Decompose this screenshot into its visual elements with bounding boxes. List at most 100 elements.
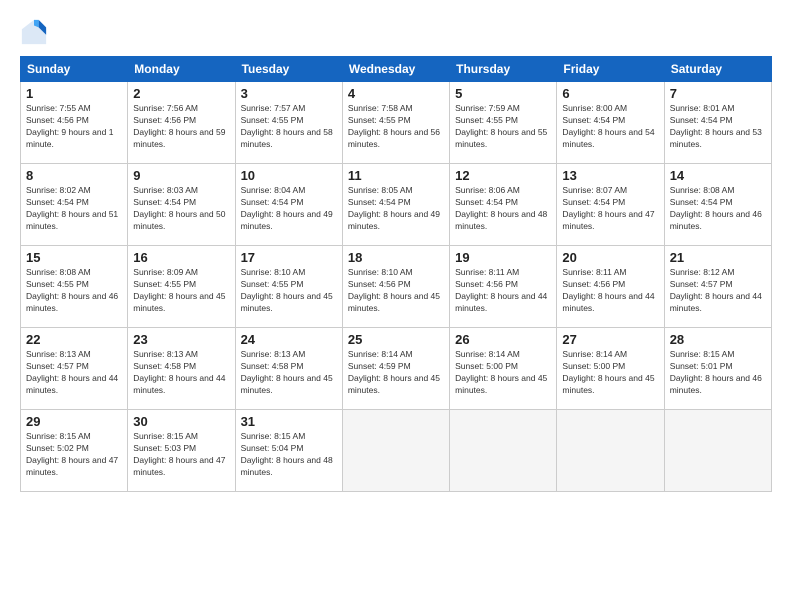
calendar-day-cell: 7 Sunrise: 8:01 AMSunset: 4:54 PMDayligh… xyxy=(664,82,771,164)
weekday-header-thursday: Thursday xyxy=(450,57,557,82)
day-info: Sunrise: 8:05 AMSunset: 4:54 PMDaylight:… xyxy=(348,185,444,233)
day-number: 9 xyxy=(133,168,229,183)
day-info: Sunrise: 8:08 AMSunset: 4:54 PMDaylight:… xyxy=(670,185,766,233)
day-number: 14 xyxy=(670,168,766,183)
calendar-day-cell: 8 Sunrise: 8:02 AMSunset: 4:54 PMDayligh… xyxy=(21,164,128,246)
day-number: 19 xyxy=(455,250,551,265)
calendar-week-row: 29 Sunrise: 8:15 AMSunset: 5:02 PMDaylig… xyxy=(21,410,772,492)
day-number: 30 xyxy=(133,414,229,429)
day-number: 15 xyxy=(26,250,122,265)
day-info: Sunrise: 8:14 AMSunset: 5:00 PMDaylight:… xyxy=(455,349,551,397)
calendar-day-cell: 18 Sunrise: 8:10 AMSunset: 4:56 PMDaylig… xyxy=(342,246,449,328)
day-info: Sunrise: 8:01 AMSunset: 4:54 PMDaylight:… xyxy=(670,103,766,151)
day-info: Sunrise: 8:12 AMSunset: 4:57 PMDaylight:… xyxy=(670,267,766,315)
day-info: Sunrise: 8:15 AMSunset: 5:01 PMDaylight:… xyxy=(670,349,766,397)
calendar-day-cell: 9 Sunrise: 8:03 AMSunset: 4:54 PMDayligh… xyxy=(128,164,235,246)
day-info: Sunrise: 8:11 AMSunset: 4:56 PMDaylight:… xyxy=(562,267,658,315)
day-number: 10 xyxy=(241,168,337,183)
day-info: Sunrise: 8:13 AMSunset: 4:57 PMDaylight:… xyxy=(26,349,122,397)
day-info: Sunrise: 8:07 AMSunset: 4:54 PMDaylight:… xyxy=(562,185,658,233)
calendar-day-cell: 29 Sunrise: 8:15 AMSunset: 5:02 PMDaylig… xyxy=(21,410,128,492)
calendar-day-cell: 3 Sunrise: 7:57 AMSunset: 4:55 PMDayligh… xyxy=(235,82,342,164)
calendar-day-cell: 19 Sunrise: 8:11 AMSunset: 4:56 PMDaylig… xyxy=(450,246,557,328)
calendar-day-cell: 6 Sunrise: 8:00 AMSunset: 4:54 PMDayligh… xyxy=(557,82,664,164)
day-number: 29 xyxy=(26,414,122,429)
day-number: 6 xyxy=(562,86,658,101)
calendar-day-cell: 5 Sunrise: 7:59 AMSunset: 4:55 PMDayligh… xyxy=(450,82,557,164)
calendar-day-cell xyxy=(664,410,771,492)
page: SundayMondayTuesdayWednesdayThursdayFrid… xyxy=(0,0,792,612)
day-number: 22 xyxy=(26,332,122,347)
weekday-header-friday: Friday xyxy=(557,57,664,82)
day-info: Sunrise: 8:06 AMSunset: 4:54 PMDaylight:… xyxy=(455,185,551,233)
day-info: Sunrise: 8:10 AMSunset: 4:56 PMDaylight:… xyxy=(348,267,444,315)
day-info: Sunrise: 7:55 AMSunset: 4:56 PMDaylight:… xyxy=(26,103,122,151)
calendar-week-row: 15 Sunrise: 8:08 AMSunset: 4:55 PMDaylig… xyxy=(21,246,772,328)
day-info: Sunrise: 8:15 AMSunset: 5:04 PMDaylight:… xyxy=(241,431,337,479)
day-number: 27 xyxy=(562,332,658,347)
calendar-day-cell: 11 Sunrise: 8:05 AMSunset: 4:54 PMDaylig… xyxy=(342,164,449,246)
calendar-day-cell: 10 Sunrise: 8:04 AMSunset: 4:54 PMDaylig… xyxy=(235,164,342,246)
day-info: Sunrise: 8:14 AMSunset: 4:59 PMDaylight:… xyxy=(348,349,444,397)
calendar-day-cell: 20 Sunrise: 8:11 AMSunset: 4:56 PMDaylig… xyxy=(557,246,664,328)
calendar-header-row: SundayMondayTuesdayWednesdayThursdayFrid… xyxy=(21,57,772,82)
calendar-day-cell: 12 Sunrise: 8:06 AMSunset: 4:54 PMDaylig… xyxy=(450,164,557,246)
day-info: Sunrise: 8:08 AMSunset: 4:55 PMDaylight:… xyxy=(26,267,122,315)
day-info: Sunrise: 8:04 AMSunset: 4:54 PMDaylight:… xyxy=(241,185,337,233)
day-info: Sunrise: 7:59 AMSunset: 4:55 PMDaylight:… xyxy=(455,103,551,151)
day-info: Sunrise: 8:10 AMSunset: 4:55 PMDaylight:… xyxy=(241,267,337,315)
day-number: 16 xyxy=(133,250,229,265)
calendar-day-cell: 1 Sunrise: 7:55 AMSunset: 4:56 PMDayligh… xyxy=(21,82,128,164)
calendar-day-cell: 25 Sunrise: 8:14 AMSunset: 4:59 PMDaylig… xyxy=(342,328,449,410)
calendar-day-cell: 27 Sunrise: 8:14 AMSunset: 5:00 PMDaylig… xyxy=(557,328,664,410)
day-number: 28 xyxy=(670,332,766,347)
day-number: 26 xyxy=(455,332,551,347)
calendar-day-cell: 2 Sunrise: 7:56 AMSunset: 4:56 PMDayligh… xyxy=(128,82,235,164)
day-info: Sunrise: 8:15 AMSunset: 5:02 PMDaylight:… xyxy=(26,431,122,479)
weekday-header-wednesday: Wednesday xyxy=(342,57,449,82)
day-info: Sunrise: 8:09 AMSunset: 4:55 PMDaylight:… xyxy=(133,267,229,315)
calendar-table: SundayMondayTuesdayWednesdayThursdayFrid… xyxy=(20,56,772,492)
calendar-day-cell: 13 Sunrise: 8:07 AMSunset: 4:54 PMDaylig… xyxy=(557,164,664,246)
weekday-header-sunday: Sunday xyxy=(21,57,128,82)
day-number: 4 xyxy=(348,86,444,101)
calendar-day-cell: 22 Sunrise: 8:13 AMSunset: 4:57 PMDaylig… xyxy=(21,328,128,410)
calendar-day-cell xyxy=(342,410,449,492)
day-info: Sunrise: 8:13 AMSunset: 4:58 PMDaylight:… xyxy=(241,349,337,397)
calendar-week-row: 8 Sunrise: 8:02 AMSunset: 4:54 PMDayligh… xyxy=(21,164,772,246)
day-info: Sunrise: 8:15 AMSunset: 5:03 PMDaylight:… xyxy=(133,431,229,479)
calendar-day-cell: 14 Sunrise: 8:08 AMSunset: 4:54 PMDaylig… xyxy=(664,164,771,246)
day-number: 3 xyxy=(241,86,337,101)
day-info: Sunrise: 8:13 AMSunset: 4:58 PMDaylight:… xyxy=(133,349,229,397)
calendar-day-cell: 28 Sunrise: 8:15 AMSunset: 5:01 PMDaylig… xyxy=(664,328,771,410)
day-number: 31 xyxy=(241,414,337,429)
calendar-day-cell: 15 Sunrise: 8:08 AMSunset: 4:55 PMDaylig… xyxy=(21,246,128,328)
day-info: Sunrise: 7:57 AMSunset: 4:55 PMDaylight:… xyxy=(241,103,337,151)
calendar-day-cell: 4 Sunrise: 7:58 AMSunset: 4:55 PMDayligh… xyxy=(342,82,449,164)
weekday-header-tuesday: Tuesday xyxy=(235,57,342,82)
calendar-day-cell: 16 Sunrise: 8:09 AMSunset: 4:55 PMDaylig… xyxy=(128,246,235,328)
calendar-day-cell: 31 Sunrise: 8:15 AMSunset: 5:04 PMDaylig… xyxy=(235,410,342,492)
calendar-day-cell: 26 Sunrise: 8:14 AMSunset: 5:00 PMDaylig… xyxy=(450,328,557,410)
day-info: Sunrise: 7:56 AMSunset: 4:56 PMDaylight:… xyxy=(133,103,229,151)
calendar-day-cell: 24 Sunrise: 8:13 AMSunset: 4:58 PMDaylig… xyxy=(235,328,342,410)
calendar-week-row: 22 Sunrise: 8:13 AMSunset: 4:57 PMDaylig… xyxy=(21,328,772,410)
day-number: 11 xyxy=(348,168,444,183)
header xyxy=(20,18,772,46)
calendar-body: 1 Sunrise: 7:55 AMSunset: 4:56 PMDayligh… xyxy=(21,82,772,492)
day-number: 12 xyxy=(455,168,551,183)
day-info: Sunrise: 8:00 AMSunset: 4:54 PMDaylight:… xyxy=(562,103,658,151)
day-number: 18 xyxy=(348,250,444,265)
weekday-header-monday: Monday xyxy=(128,57,235,82)
calendar-day-cell: 30 Sunrise: 8:15 AMSunset: 5:03 PMDaylig… xyxy=(128,410,235,492)
logo xyxy=(20,18,52,46)
day-info: Sunrise: 8:02 AMSunset: 4:54 PMDaylight:… xyxy=(26,185,122,233)
day-number: 17 xyxy=(241,250,337,265)
day-info: Sunrise: 8:14 AMSunset: 5:00 PMDaylight:… xyxy=(562,349,658,397)
day-number: 21 xyxy=(670,250,766,265)
calendar-day-cell: 21 Sunrise: 8:12 AMSunset: 4:57 PMDaylig… xyxy=(664,246,771,328)
day-number: 13 xyxy=(562,168,658,183)
calendar-day-cell: 17 Sunrise: 8:10 AMSunset: 4:55 PMDaylig… xyxy=(235,246,342,328)
day-number: 8 xyxy=(26,168,122,183)
day-info: Sunrise: 8:03 AMSunset: 4:54 PMDaylight:… xyxy=(133,185,229,233)
